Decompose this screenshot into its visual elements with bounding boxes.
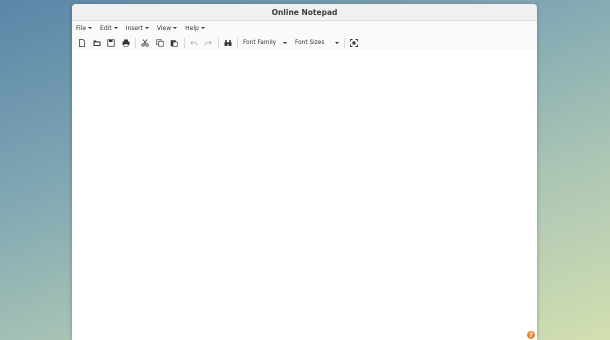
open-file-button[interactable] (90, 36, 104, 49)
title-bar: Online Notepad (72, 4, 537, 21)
copy-button[interactable] (153, 36, 167, 49)
help-button[interactable]: ? (527, 331, 535, 339)
copy-icon (155, 38, 164, 47)
chevron-down-icon (200, 27, 205, 29)
save-button[interactable] (104, 36, 118, 49)
toolbar-divider (344, 37, 345, 48)
chevron-down-icon (88, 27, 93, 29)
find-icon (224, 39, 231, 46)
chevron-down-icon (335, 41, 339, 44)
undo-button[interactable] (187, 36, 201, 49)
chevron-down-icon (283, 41, 287, 44)
font-family-label: Font Family (243, 39, 277, 46)
font-size-label: Font Sizes (295, 39, 325, 46)
toolbar-divider (217, 37, 219, 48)
window-title: Online Notepad (271, 7, 338, 17)
menu-edit[interactable]: Edit (100, 25, 118, 32)
menu-view-label: View (156, 24, 172, 32)
font-family-select[interactable]: Font Family (240, 37, 290, 48)
menu-file-label: File (76, 24, 87, 32)
help-badge-label: ? (529, 331, 533, 339)
cut-icon (141, 38, 149, 47)
toolbar-divider (183, 37, 185, 48)
toolbar: Font Family Font Sizes (72, 35, 537, 51)
cut-button[interactable] (138, 36, 152, 49)
toolbar-divider (135, 37, 136, 48)
menu-insert[interactable]: Insert (126, 25, 149, 32)
font-size-select[interactable]: Font Sizes (292, 37, 342, 48)
menu-help[interactable]: Help (185, 25, 205, 32)
new-file-icon (79, 38, 85, 47)
redo-icon (204, 40, 212, 45)
toolbar-divider (237, 37, 238, 48)
menu-view[interactable]: View (156, 24, 178, 32)
menu-insert-label: Insert (125, 24, 143, 32)
new-file-button[interactable] (75, 36, 89, 49)
save-icon (107, 38, 115, 47)
chevron-down-icon (144, 27, 149, 29)
print-icon (122, 39, 129, 47)
redo-button[interactable] (201, 36, 215, 49)
notepad-window: Online Notepad File Edit Insert View Hel… (72, 4, 537, 340)
menu-edit-label: Edit (100, 24, 112, 32)
chevron-down-icon (113, 27, 118, 29)
menu-bar: File Edit Insert View Help (72, 21, 537, 35)
menu-help-label: Help (185, 24, 199, 32)
find-button[interactable] (221, 36, 235, 49)
text-editor-area[interactable]: ? (72, 50, 537, 340)
paste-button[interactable] (167, 36, 181, 49)
open-file-icon (93, 40, 100, 46)
undo-icon (189, 40, 197, 45)
fullscreen-icon (350, 38, 358, 47)
print-button[interactable] (119, 36, 133, 49)
paste-icon (170, 39, 178, 47)
menu-file[interactable]: File (76, 24, 93, 32)
fullscreen-button[interactable] (347, 36, 361, 49)
chevron-down-icon (173, 27, 178, 29)
